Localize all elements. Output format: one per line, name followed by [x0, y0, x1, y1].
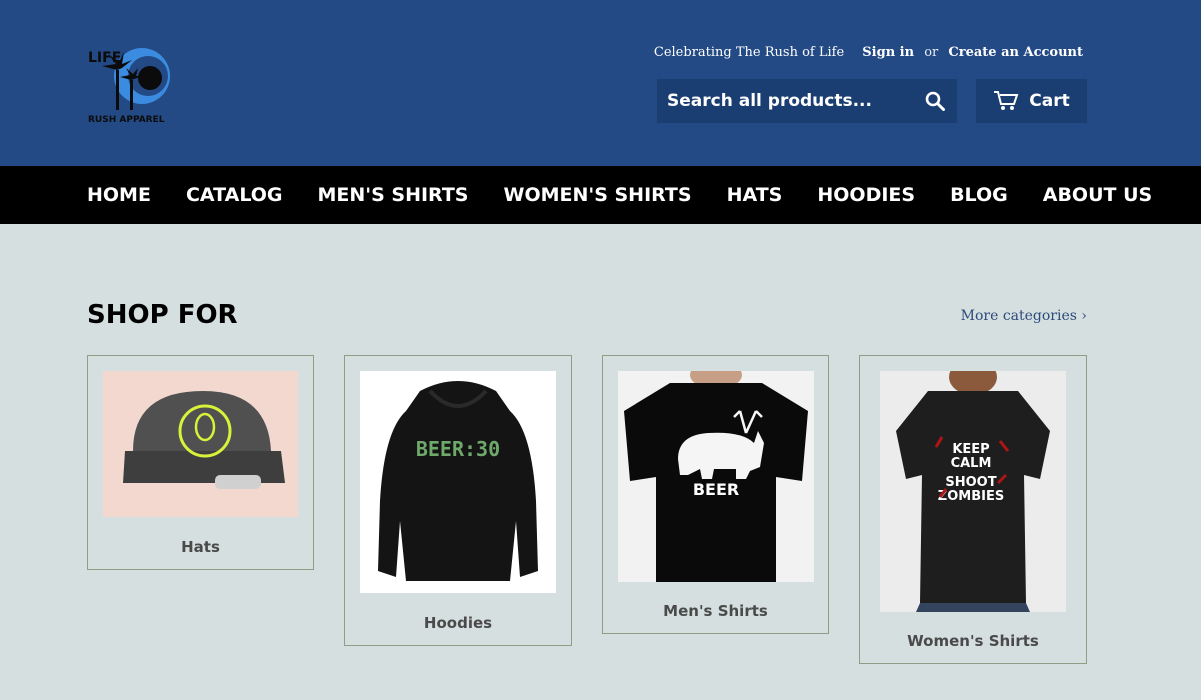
- cart-icon: [994, 91, 1019, 110]
- sign-in-link[interactable]: Sign in: [862, 45, 914, 60]
- search-icon[interactable]: [925, 91, 945, 111]
- nav-item-catalog[interactable]: CATALOG: [186, 184, 283, 206]
- hoodie-graphic-text: BEER:30: [416, 437, 500, 461]
- nav-item-home[interactable]: HOME: [87, 184, 151, 206]
- nav-item-hats[interactable]: HATS: [727, 184, 783, 206]
- shirt-line-shoot: SHOOT: [945, 475, 996, 490]
- shirt-line-keep: KEEP: [952, 442, 989, 457]
- category-card-hats[interactable]: Hats: [87, 355, 314, 570]
- nav-item-womens-shirts[interactable]: WOMEN'S SHIRTS: [503, 184, 691, 206]
- category-label-mens-shirts[interactable]: Men's Shirts: [603, 602, 828, 620]
- create-account-link[interactable]: Create an Account: [948, 45, 1083, 60]
- nav-item-mens-shirts[interactable]: MEN'S SHIRTS: [318, 184, 469, 206]
- cart-label: Cart: [1029, 91, 1070, 111]
- category-card-hoodies[interactable]: BEER:30 Hoodies: [344, 355, 572, 646]
- search-input[interactable]: [657, 91, 907, 111]
- or-separator: or: [924, 45, 939, 60]
- shirt-line-calm: CALM: [951, 456, 992, 471]
- shirt-line-zombies: ZOMBIES: [938, 489, 1004, 504]
- category-label-womens-shirts[interactable]: Women's Shirts: [860, 632, 1086, 650]
- tagline: Celebrating The Rush of Life: [653, 45, 845, 60]
- brand-logo[interactable]: LIFE RUSH APPAREL: [86, 42, 190, 124]
- nav-item-blog[interactable]: BLOG: [950, 184, 1008, 206]
- nav-item-about-us[interactable]: ABOUT US: [1043, 184, 1152, 206]
- more-categories-link[interactable]: More categories ›: [961, 308, 1087, 324]
- mens-shirt-graphic-text: BEER: [693, 480, 739, 499]
- womens-shirt-image[interactable]: KEEP CALM SHOOT ZOMBIES: [880, 371, 1066, 612]
- site-header: LIFE RUSH APPAREL Celebrating The Rush o…: [0, 0, 1201, 166]
- main-nav: HOME CATALOG MEN'S SHIRTS WOMEN'S SHIRTS…: [0, 166, 1201, 224]
- header-utility-links: Celebrating The Rush of Life Sign in or …: [650, 45, 1083, 60]
- search-bar: [657, 79, 957, 123]
- logo-vertical-text: LIFE: [88, 50, 121, 66]
- nav-item-hoodies[interactable]: HOODIES: [817, 184, 915, 206]
- category-label-hats[interactable]: Hats: [88, 538, 313, 556]
- cart-button[interactable]: Cart: [976, 79, 1087, 123]
- logo-bottom-text: RUSH APPAREL: [88, 115, 165, 124]
- hat-image[interactable]: [103, 371, 298, 517]
- hoodie-image[interactable]: BEER:30: [360, 371, 556, 593]
- category-card-womens-shirts[interactable]: KEEP CALM SHOOT ZOMBIES Women's Shirts: [859, 355, 1087, 664]
- section-title: SHOP FOR: [87, 300, 238, 330]
- category-label-hoodies[interactable]: Hoodies: [345, 614, 571, 632]
- mens-shirt-image[interactable]: BEER: [618, 371, 814, 582]
- category-card-mens-shirts[interactable]: BEER Men's Shirts: [602, 355, 829, 634]
